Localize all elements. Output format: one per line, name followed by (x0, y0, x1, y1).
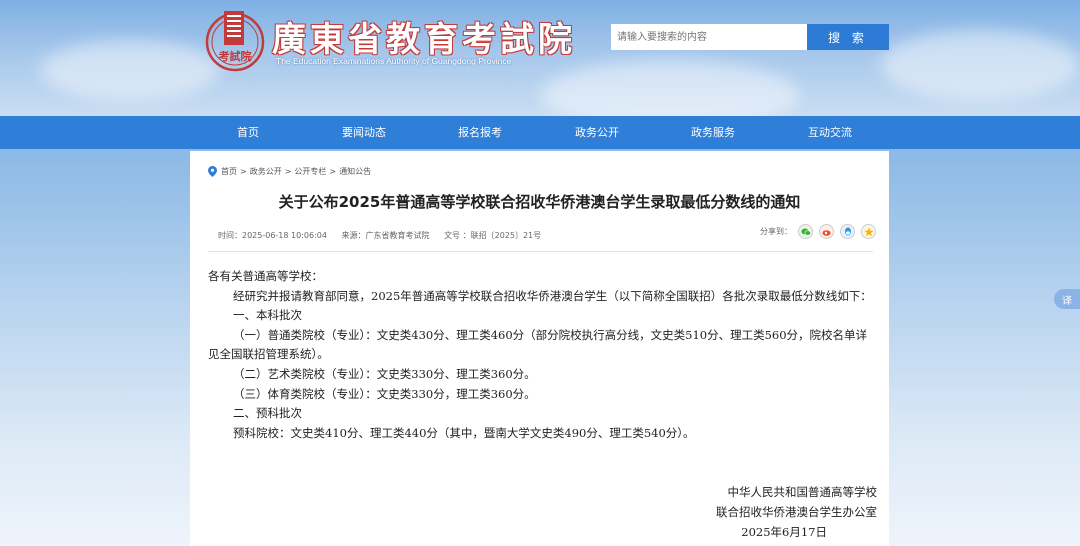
search-button[interactable]: 搜 索 (807, 24, 889, 50)
header-cloud (40, 40, 220, 100)
article-title: 关于公布2025年普通高等学校联合招收华侨港澳台学生录取最低分数线的通知 (278, 193, 801, 211)
breadcrumb-column[interactable]: 公开专栏 (294, 166, 326, 177)
section-heading: 一、本科批次 (233, 308, 302, 323)
body-paragraph: （三）体育类院校（专业）：文史类330分，理工类360分。 (233, 386, 536, 401)
signature-block: 中华人民共和国普通高等学校 联合招收华侨港澳台学生办公室 2025年6月17日 (716, 483, 877, 542)
article-meta: 时间：2025-06-18 10:06:04 来源：广东省教育考试院 文号 ：联… (218, 230, 553, 241)
signature-org-line1: 中华人民共和国普通高等学校 (727, 485, 878, 499)
breadcrumb-separator: > (240, 167, 247, 176)
nav-item-interaction[interactable]: 互动交流 (780, 116, 880, 149)
signature-date: 2025年6月17日 (741, 524, 827, 539)
location-pin-icon (208, 166, 217, 177)
breadcrumb-notices[interactable]: 通知公告 (339, 166, 371, 177)
article-body: 各有关普通高等学校： 经研究并报请教育部同意，2025年普通高等学校联合招收华侨… (208, 267, 878, 443)
wechat-icon[interactable] (798, 224, 813, 239)
nav-item-gov-affairs[interactable]: 政务公开 (547, 116, 647, 149)
search-input[interactable] (611, 24, 807, 50)
section-heading: 二、预科批次 (233, 406, 302, 421)
share-bar: 分享到： (760, 224, 876, 239)
nav-item-registration[interactable]: 报名报考 (430, 116, 530, 149)
site-subtitle: The Education Examinations Authority of … (276, 56, 512, 66)
publish-time: 时间：2025-06-18 10:06:04 (218, 231, 327, 240)
breadcrumb-gov-affairs[interactable]: 政务公开 (250, 166, 282, 177)
breadcrumb-home[interactable]: 首页 (221, 166, 237, 177)
logo-seal-icon[interactable]: 考試院 (204, 8, 266, 72)
nav-item-news[interactable]: 要闻动态 (314, 116, 414, 149)
svg-text:考試院: 考試院 (219, 49, 252, 63)
breadcrumb: 首页 > 政务公开 > 公开专栏 > 通知公告 (208, 166, 371, 177)
body-paragraph: （一）普通类院校（专业）：文史类430分、理工类460分（部分院校执行高分线，文… (208, 327, 868, 362)
nav-item-gov-services[interactable]: 政务服务 (663, 116, 763, 149)
article-panel: 首页 > 政务公开 > 公开专栏 > 通知公告 关于公布2025年普通高等学校联… (190, 151, 889, 546)
document-number: 文号 ：联招〔2025〕21号 (444, 231, 542, 240)
header-cloud (880, 30, 1080, 100)
breadcrumb-separator: > (284, 167, 292, 176)
body-paragraph: 经研究并报请教育部同意，2025年普通高等学校联合招收华侨港澳台学生（以下简称全… (233, 288, 872, 303)
qq-icon[interactable] (840, 224, 855, 239)
share-label: 分享到： (760, 227, 792, 236)
article-source: 来源：广东省教育考试院 (341, 231, 430, 240)
header-cloud (540, 60, 800, 116)
site-header: 考試院 廣東省教育考試院 The Education Examinations … (0, 0, 1080, 116)
meta-divider (208, 251, 873, 252)
main-nav: 首页 要闻动态 报名报考 政务公开 政务服务 互动交流 (0, 116, 1080, 149)
weibo-icon[interactable] (819, 224, 834, 239)
qzone-icon[interactable] (861, 224, 876, 239)
salutation: 各有关普通高等学校： (208, 269, 323, 283)
site-title[interactable]: 廣東省教育考試院 (272, 12, 576, 61)
body-paragraph: 预科院校：文史类410分、理工类440分（其中，暨南大学文史类490分、理工类5… (233, 425, 695, 440)
signature-org-line2: 联合招收华侨港澳台学生办公室 (716, 504, 877, 519)
breadcrumb-separator: > (329, 167, 337, 176)
translate-button[interactable]: 译 (1054, 289, 1080, 309)
body-paragraph: （二）艺术类院校（专业）：文史类330分、理工类360分。 (233, 366, 536, 381)
nav-item-home[interactable]: 首页 (198, 116, 298, 149)
